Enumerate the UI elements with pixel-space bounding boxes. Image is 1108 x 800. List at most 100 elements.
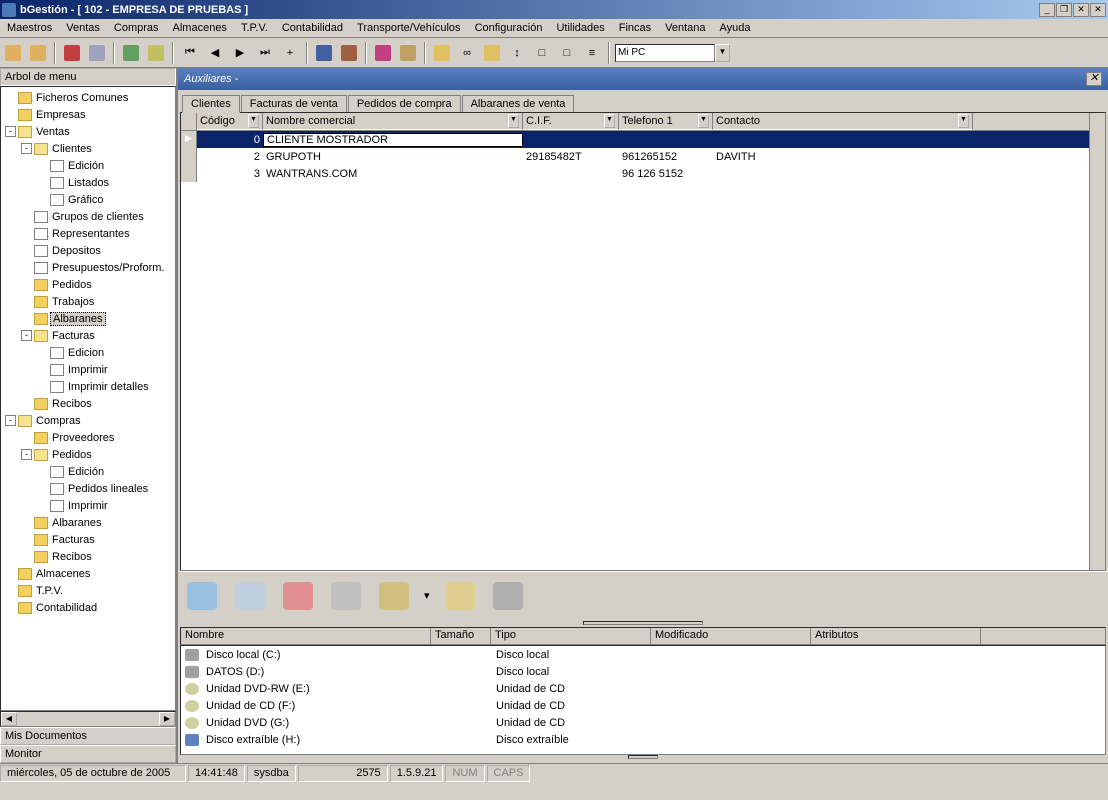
minimize-button[interactable]: _ <box>1039 3 1055 17</box>
menu-compras[interactable]: Compras <box>107 20 166 36</box>
tree-toggle[interactable] <box>21 398 32 409</box>
menu-tree[interactable]: Ficheros ComunesEmpresas-Ventas-Clientes… <box>0 86 176 711</box>
tree-toggle[interactable] <box>21 262 32 273</box>
file-row[interactable]: Unidad DVD-RW (E:)Unidad de CD <box>181 680 1105 697</box>
tree-item[interactable]: Ficheros Comunes <box>1 89 175 106</box>
menu-transportevehculos[interactable]: Transporte/Vehículos <box>350 20 468 36</box>
tree-item[interactable]: Gráfico <box>1 191 175 208</box>
sidebar-monitor-button[interactable]: Monitor <box>0 745 176 763</box>
grid-col-header[interactable]: Código▼ <box>197 113 263 130</box>
sidebar-docs-button[interactable]: Mis Documentos <box>0 727 176 745</box>
grid-col-header[interactable]: Contacto▼ <box>713 113 973 130</box>
menu-ventana[interactable]: Ventana <box>658 20 712 36</box>
tree-item[interactable]: Imprimir <box>1 361 175 378</box>
file-list[interactable]: Disco local (C:)Disco localDATOS (D:)Dis… <box>180 645 1106 755</box>
tree-toggle[interactable] <box>37 364 48 375</box>
tree-item[interactable]: Pedidos <box>1 276 175 293</box>
tool-btn-16[interactable]: □ <box>556 42 578 64</box>
file-col-header[interactable]: Nombre <box>181 628 431 644</box>
grid-row[interactable]: 3WANTRANS.COM96 126 5152 <box>181 165 1089 182</box>
tree-toggle[interactable] <box>37 381 48 392</box>
tree-toggle[interactable] <box>21 211 32 222</box>
tree-toggle[interactable] <box>37 160 48 171</box>
tree-toggle[interactable] <box>5 602 16 613</box>
tree-item[interactable]: Recibos <box>1 548 175 565</box>
tree-item[interactable]: -Facturas <box>1 327 175 344</box>
tool-nav-first[interactable]: ⏮ <box>179 42 201 64</box>
tree-item[interactable]: -Pedidos <box>1 446 175 463</box>
tool-nav-next[interactable]: ▶ <box>229 42 251 64</box>
tree-item[interactable]: Edición <box>1 463 175 480</box>
action-tools[interactable] <box>376 578 412 614</box>
action-open[interactable] <box>184 578 220 614</box>
tool-nav-add[interactable]: + <box>279 42 301 64</box>
tool-btn-refresh[interactable] <box>120 42 142 64</box>
tree-toggle[interactable] <box>21 517 32 528</box>
tree-toggle[interactable] <box>37 500 48 511</box>
tool-nav-last[interactable]: ⏭ <box>254 42 276 64</box>
tree-item[interactable]: Empresas <box>1 106 175 123</box>
file-col-header[interactable]: Atributos <box>811 628 981 644</box>
tool-btn-12[interactable]: ∞ <box>456 42 478 64</box>
tree-toggle[interactable] <box>21 432 32 443</box>
tree-toggle[interactable] <box>21 245 32 256</box>
menu-ayuda[interactable]: Ayuda <box>713 20 758 36</box>
action-delete[interactable] <box>280 578 316 614</box>
restore-button[interactable]: ❐ <box>1056 3 1072 17</box>
tool-nav-prev[interactable]: ◀ <box>204 42 226 64</box>
mdi-close-button[interactable]: ✕ <box>1090 3 1106 17</box>
file-col-header[interactable]: Tipo <box>491 628 651 644</box>
tool-btn-14[interactable]: ↕ <box>506 42 528 64</box>
tree-item[interactable]: Facturas <box>1 531 175 548</box>
action-search[interactable] <box>232 578 268 614</box>
tool-btn-print[interactable] <box>372 42 394 64</box>
tree-item[interactable]: Depositos <box>1 242 175 259</box>
tree-item[interactable]: Albaranes <box>1 310 175 327</box>
tree-item[interactable]: Pedidos lineales <box>1 480 175 497</box>
tab-3[interactable]: Albaranes de venta <box>462 95 575 112</box>
tool-btn-4[interactable] <box>86 42 108 64</box>
tree-item[interactable]: Trabajos <box>1 293 175 310</box>
grid-col-header[interactable]: Telefono 1▼ <box>619 113 713 130</box>
tool-btn-6[interactable] <box>145 42 167 64</box>
menu-fincas[interactable]: Fincas <box>612 20 658 36</box>
menu-configuracin[interactable]: Configuración <box>468 20 550 36</box>
file-row[interactable]: Disco local (C:)Disco local <box>181 646 1105 663</box>
menu-ventas[interactable]: Ventas <box>59 20 107 36</box>
menu-almacenes[interactable]: Almacenes <box>166 20 234 36</box>
tree-toggle[interactable] <box>5 92 16 103</box>
tree-toggle[interactable] <box>37 483 48 494</box>
grid-vscroll[interactable] <box>1089 113 1105 570</box>
tree-item[interactable]: Presupuestos/Proform. <box>1 259 175 276</box>
tab-0[interactable]: Clientes <box>182 95 240 113</box>
toolbar-combo[interactable]: ▼ <box>615 44 730 62</box>
tree-toggle[interactable] <box>21 313 32 324</box>
col-filter-drop[interactable]: ▼ <box>698 114 709 128</box>
tool-btn-save[interactable] <box>313 42 335 64</box>
tree-toggle[interactable]: - <box>5 126 16 137</box>
tree-toggle[interactable] <box>37 347 48 358</box>
close-window-button[interactable]: ✕ <box>1073 3 1089 17</box>
menu-maestros[interactable]: Maestros <box>0 20 59 36</box>
tab-1[interactable]: Facturas de venta <box>241 95 347 112</box>
tree-item[interactable]: Representantes <box>1 225 175 242</box>
toolbar-combo-drop[interactable]: ▼ <box>715 44 730 62</box>
tree-toggle[interactable]: - <box>21 449 32 460</box>
col-filter-drop[interactable]: ▼ <box>958 114 969 128</box>
file-row[interactable]: Unidad DVD (G:)Unidad de CD <box>181 714 1105 731</box>
tree-item[interactable]: Proveedores <box>1 429 175 446</box>
tool-btn-1[interactable] <box>2 42 24 64</box>
file-row[interactable]: DATOS (D:)Disco local <box>181 663 1105 680</box>
tool-btn-delete[interactable] <box>61 42 83 64</box>
file-row[interactable]: Disco extraíble (H:)Disco extraíble <box>181 731 1105 748</box>
sidebar-hscroll[interactable]: ◀ ▶ <box>0 711 176 727</box>
grid-col-header[interactable]: Nombre comercial▼ <box>263 113 523 130</box>
tree-toggle[interactable] <box>37 194 48 205</box>
tree-toggle[interactable] <box>37 177 48 188</box>
tree-toggle[interactable] <box>5 109 16 120</box>
tab-2[interactable]: Pedidos de compra <box>348 95 461 112</box>
action-print[interactable] <box>328 578 364 614</box>
tool-btn-10[interactable] <box>397 42 419 64</box>
file-col-header[interactable]: Modificado <box>651 628 811 644</box>
tree-toggle[interactable]: - <box>5 415 16 426</box>
